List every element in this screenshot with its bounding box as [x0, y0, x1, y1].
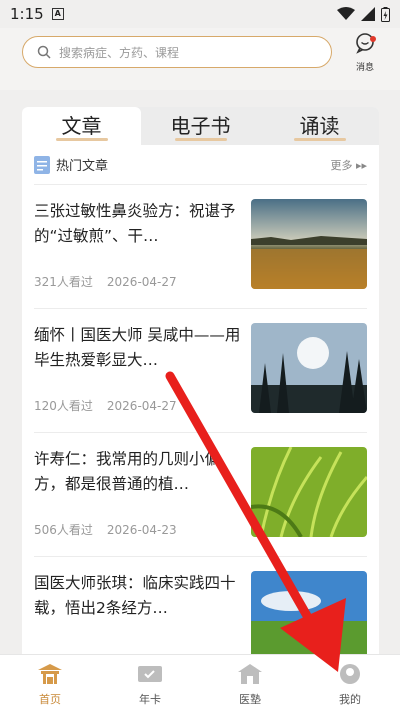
article-item[interactable]: 缅怀丨国医大师 吴咸中——用毕生热爱彰显大… 120人看过 2026-04-27 [34, 309, 367, 433]
tab-recite[interactable]: 诵读 [260, 107, 379, 145]
status-icons [337, 6, 390, 22]
nav-label: 首页 [39, 693, 61, 706]
more-label: 更多 [330, 158, 353, 172]
signal-icon [361, 7, 375, 21]
bottom-nav: 首页 年卡 医塾 我的 [0, 654, 400, 712]
document-icon [34, 155, 50, 174]
school-house-icon [238, 664, 262, 684]
content-card: 文章 电子书 诵读 热门文章 更多 ▸▸ 三张过敏性鼻炎验方：祝谌予的“过敏煎”… [22, 107, 379, 667]
wifi-icon [337, 7, 355, 20]
nav-label: 年卡 [139, 693, 161, 706]
nav-label: 医塾 [239, 693, 261, 706]
article-views: 120人看过 [34, 399, 93, 413]
tab-underline [55, 138, 108, 141]
tab-articles[interactable]: 文章 [22, 107, 141, 145]
double-chevron-right-icon: ▸▸ [355, 158, 367, 172]
article-title: 三张过敏性鼻炎验方：祝谌予的“过敏煎”、干… [34, 202, 236, 245]
search-placeholder: 搜索病症、方药、课程 [59, 45, 180, 60]
top-header: 搜索病症、方药、课程 消息 [0, 28, 400, 90]
article-date: 2026-04-27 [106, 275, 177, 289]
nav-profile[interactable]: 我的 [300, 655, 400, 712]
nav-home[interactable]: 首页 [0, 655, 100, 712]
section-title: 热门文章 [56, 159, 109, 174]
tab-label: 诵读 [299, 114, 340, 138]
article-text: 国医大师张琪：临床实践四十载，悟出2条经方… [34, 571, 251, 667]
article-title: 缅怀丨国医大师 吴咸中——用毕生热爱彰显大… [34, 326, 241, 369]
nav-annual-card[interactable]: 年卡 [100, 655, 200, 712]
unread-dot [370, 36, 376, 42]
article-text: 许寿仁：我常用的几则小偏方，都是很普通的植… 506人看过 2026-04-23 [34, 447, 251, 556]
article-date: 2026-04-23 [106, 523, 177, 537]
hot-articles-header: 热门文章 更多 ▸▸ [34, 145, 367, 185]
tab-underline [174, 138, 227, 141]
message-label: 消息 [355, 63, 374, 73]
nav-school[interactable]: 医塾 [200, 655, 300, 712]
article-item[interactable]: 许寿仁：我常用的几则小偏方，都是很普通的植… 506人看过 2026-04-23 [34, 433, 367, 557]
article-text: 三张过敏性鼻炎验方：祝谌予的“过敏煎”、干… 321人看过 2026-04-27 [34, 199, 251, 308]
tab-label: 电子书 [170, 114, 231, 138]
card-icon [138, 666, 162, 682]
message-button[interactable]: 消息 [352, 32, 378, 76]
article-views: 321人看过 [34, 275, 93, 289]
article-views: 506人看过 [34, 523, 93, 537]
article-title: 许寿仁：我常用的几则小偏方，都是很普通的植… [34, 450, 221, 493]
article-thumbnail-sky-grass [251, 571, 367, 661]
article-meta: 506人看过 2026-04-23 [34, 521, 177, 538]
article-thumbnail-grassland [251, 199, 367, 289]
tab-underline [293, 138, 346, 141]
nav-label: 我的 [339, 693, 361, 706]
status-bar: 1:15 A [0, 0, 400, 28]
article-thumbnail-grass [251, 447, 367, 537]
profile-avatar-icon [340, 664, 360, 684]
article-meta: 321人看过 2026-04-27 [34, 273, 177, 290]
more-link[interactable]: 更多 ▸▸ [330, 157, 367, 173]
article-item[interactable]: 国医大师张琪：临床实践四十载，悟出2条经方… [34, 557, 367, 667]
status-time: 1:15 [10, 5, 44, 23]
article-title: 国医大师张琪：临床实践四十载，悟出2条经方… [34, 574, 236, 617]
notification-a-icon: A [51, 8, 64, 20]
search-input[interactable]: 搜索病症、方药、课程 [22, 36, 332, 68]
tab-bar: 文章 电子书 诵读 [22, 107, 379, 145]
article-date: 2026-04-27 [106, 399, 177, 413]
search-icon [37, 45, 51, 59]
article-text: 缅怀丨国医大师 吴咸中——用毕生热爱彰显大… 120人看过 2026-04-27 [34, 323, 251, 432]
article-meta: 120人看过 2026-04-27 [34, 397, 177, 414]
home-pavilion-icon [38, 664, 62, 684]
article-thumbnail-forest [251, 323, 367, 413]
article-item[interactable]: 三张过敏性鼻炎验方：祝谌予的“过敏煎”、干… 321人看过 2026-04-27 [34, 185, 367, 309]
tab-ebooks[interactable]: 电子书 [141, 107, 260, 145]
battery-icon [381, 6, 390, 22]
tab-label: 文章 [61, 114, 102, 138]
